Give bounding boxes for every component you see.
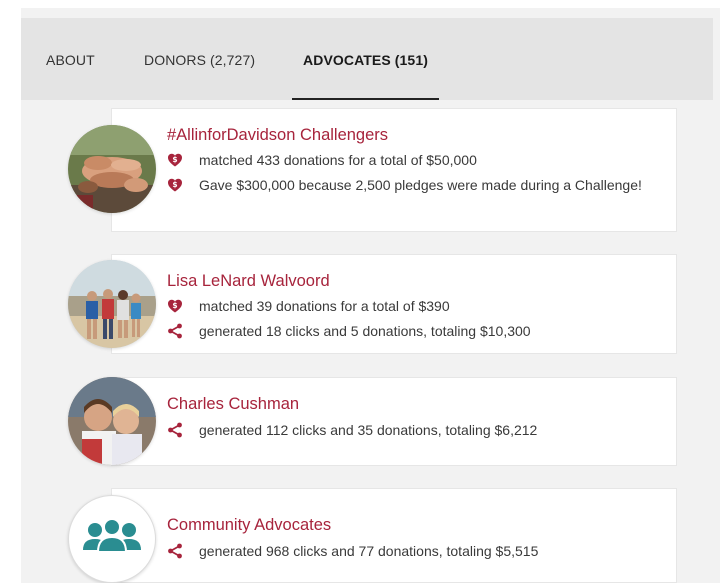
advocate-card: Charles Cushman generated 112 clicks and… xyxy=(111,377,677,466)
svg-text:$: $ xyxy=(172,155,177,164)
group-people-icon xyxy=(83,518,141,553)
advocate-avatar[interactable] xyxy=(68,125,156,213)
share-icon xyxy=(168,543,182,559)
heart-dollar-icon: $ xyxy=(168,153,182,167)
tab-bar: ABOUT DONORS (2,727) ADVOCATES (151) xyxy=(21,18,713,100)
advocate-avatar[interactable] xyxy=(68,495,156,583)
photo-two-boys xyxy=(68,377,156,465)
stat-text: matched 39 donations for a total of $390 xyxy=(199,298,450,314)
tab-about[interactable]: ABOUT xyxy=(46,18,95,100)
advocate-name[interactable]: Lisa LeNard Walvoord xyxy=(167,272,330,291)
stat-text: generated 18 clicks and 5 donations, tot… xyxy=(199,323,531,339)
stat-text: generated 112 clicks and 35 donations, t… xyxy=(199,422,538,438)
stat-text: generated 968 clicks and 77 donations, t… xyxy=(199,543,539,559)
advocate-name[interactable]: Charles Cushman xyxy=(167,395,299,414)
advocate-name[interactable]: Community Advocates xyxy=(167,516,331,535)
advocate-stat-row: $ matched 39 donations for a total of $3… xyxy=(167,295,647,317)
stat-text: Gave $300,000 because 2,500 pledges were… xyxy=(199,177,642,193)
stat-text: matched 433 donations for a total of $50… xyxy=(199,152,477,168)
heart-dollar-icon: $ xyxy=(168,299,182,313)
advocate-card: Community Advocates generated 968 clicks… xyxy=(111,488,677,583)
tab-donors[interactable]: DONORS (2,727) xyxy=(144,18,255,100)
advocate-name[interactable]: #AllinforDavidson Challengers xyxy=(167,126,388,145)
svg-text:$: $ xyxy=(172,180,177,189)
photo-hands-stacked xyxy=(68,125,156,213)
advocate-stat-row: $ matched 433 donations for a total of $… xyxy=(167,149,647,171)
advocates-panel: ABOUT DONORS (2,727) ADVOCATES (151) #Al… xyxy=(21,8,720,583)
advocate-stat-row: generated 112 clicks and 35 donations, t… xyxy=(167,419,647,441)
advocate-card: Lisa LeNard Walvoord $ matched 39 donati… xyxy=(111,254,677,354)
share-icon xyxy=(168,422,182,438)
tab-advocates[interactable]: ADVOCATES (151) xyxy=(292,18,439,100)
photo-family-beach xyxy=(68,260,156,348)
svg-text:$: $ xyxy=(172,301,177,310)
heart-dollar-icon: $ xyxy=(168,178,182,192)
advocate-card: #AllinforDavidson Challengers $ matched … xyxy=(111,108,677,232)
advocate-stat-row: generated 18 clicks and 5 donations, tot… xyxy=(167,320,647,342)
advocate-avatar[interactable] xyxy=(68,377,156,465)
advocate-stat-row: generated 968 clicks and 77 donations, t… xyxy=(167,540,647,562)
advocate-stat-row: $ Gave $300,000 because 2,500 pledges we… xyxy=(167,174,647,196)
advocate-avatar[interactable] xyxy=(68,260,156,348)
share-icon xyxy=(168,323,182,339)
active-tab-indicator xyxy=(292,98,439,100)
